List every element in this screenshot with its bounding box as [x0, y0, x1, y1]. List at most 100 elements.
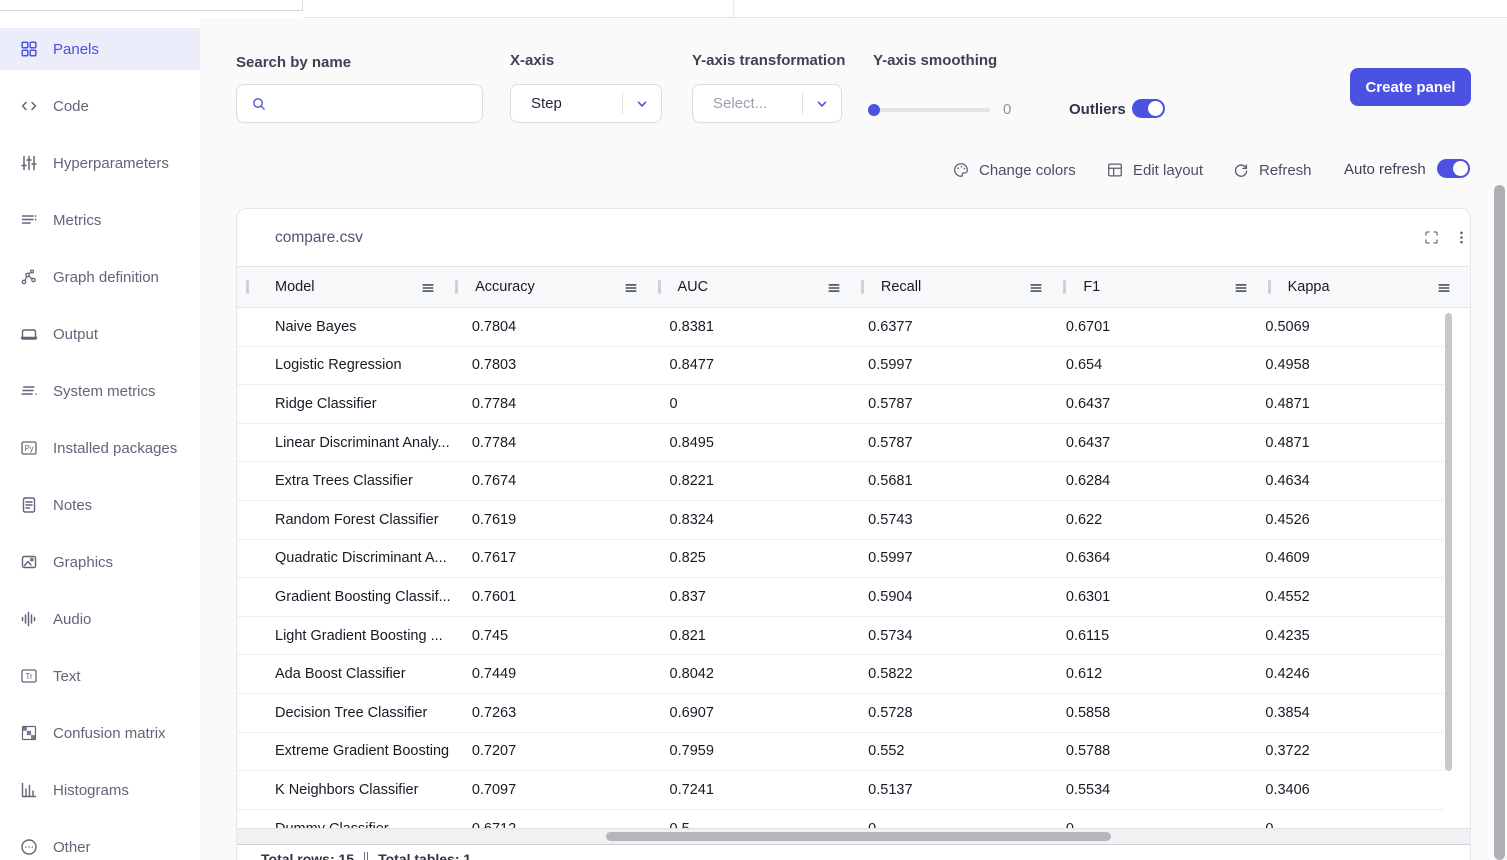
table-body: Naive Bayes0.78040.83810.63770.67010.506… — [237, 308, 1445, 828]
page-scrollbar[interactable] — [1494, 185, 1505, 860]
search-input[interactable] — [236, 84, 483, 123]
column-menu-icon[interactable] — [624, 281, 638, 295]
column-resize-handle[interactable] — [861, 280, 864, 294]
cell-f1: 0.6301 — [1047, 578, 1247, 616]
cell-kappa: 0 — [1246, 810, 1445, 828]
sidebar: Panels Code Hyperparameters Metrics Graph de… — [0, 18, 201, 860]
panels-icon — [19, 39, 39, 59]
cell-kappa: 0.4634 — [1246, 462, 1445, 500]
kebab-menu-icon[interactable] — [1453, 229, 1470, 246]
chevron-down-icon[interactable] — [815, 97, 829, 111]
slider-knob[interactable] — [868, 104, 880, 116]
table-row: K Neighbors Classifier0.70970.72410.5137… — [237, 771, 1445, 810]
sidebar-item-graph-definition[interactable]: Graph definition — [0, 256, 200, 298]
ytransform-placeholder: Select... — [713, 95, 802, 112]
sidebar-item-system-metrics[interactable]: System metrics — [0, 370, 200, 412]
sidebar-item-label: Hyperparameters — [53, 155, 169, 172]
xaxis-selected-value: Step — [531, 95, 622, 112]
column-menu-icon[interactable] — [1234, 281, 1248, 295]
cell-model: Ada Boost Classifier — [237, 655, 453, 693]
auto-refresh-label: Auto refresh — [1344, 161, 1426, 178]
column-header-recall[interactable]: Recall — [862, 267, 1064, 307]
sidebar-item-histograms[interactable]: Histograms — [0, 769, 200, 811]
table-row: Logistic Regression0.78030.84770.59970.6… — [237, 347, 1445, 386]
cell-f1: 0.6701 — [1047, 308, 1247, 346]
cell-kappa: 0.5069 — [1246, 308, 1445, 346]
cell-model: Naive Bayes — [237, 308, 453, 346]
column-menu-icon[interactable] — [1029, 281, 1043, 295]
table-horizontal-scrollbar-thumb[interactable] — [606, 832, 1111, 841]
cell-f1: 0.5858 — [1047, 694, 1247, 732]
search-input-field[interactable] — [277, 94, 482, 113]
cell-model: Logistic Regression — [237, 347, 453, 385]
sidebar-item-text[interactable]: TrText — [0, 655, 200, 697]
sidebar-item-hyperparameters[interactable]: Hyperparameters — [0, 142, 200, 184]
cell-recall: 0.5137 — [849, 771, 1047, 809]
expand-icon[interactable] — [1423, 229, 1440, 246]
sidebar-item-code[interactable]: Code — [0, 85, 200, 127]
sidebar-item-label: Installed packages — [53, 440, 177, 457]
sidebar-item-metrics[interactable]: Metrics — [0, 199, 200, 241]
sidebar-item-output[interactable]: Output — [0, 313, 200, 355]
column-header-f1[interactable]: F1 — [1064, 267, 1268, 307]
smoothing-slider[interactable] — [868, 102, 990, 118]
cell-recall: 0.6377 — [849, 308, 1047, 346]
xaxis-select[interactable]: Step — [510, 84, 662, 123]
create-panel-button[interactable]: Create panel — [1350, 68, 1471, 106]
column-resize-handle[interactable] — [246, 280, 249, 294]
top-chrome-divider — [0, 10, 302, 11]
chevron-down-icon[interactable] — [635, 97, 649, 111]
column-header-kappa[interactable]: Kappa — [1269, 267, 1471, 307]
table-row: Linear Discriminant Analy...0.77840.8495… — [237, 424, 1445, 463]
footer-separator — [364, 852, 368, 860]
sidebar-item-graphics[interactable]: Graphics — [0, 541, 200, 583]
sidebar-item-label: Graphics — [53, 554, 113, 571]
search-icon — [251, 96, 267, 112]
column-header-auc[interactable]: AUC — [659, 267, 862, 307]
cell-f1: 0.6284 — [1047, 462, 1247, 500]
cell-f1: 0.622 — [1047, 501, 1247, 539]
table-row: Random Forest Classifier0.76190.83240.57… — [237, 501, 1445, 540]
column-menu-icon[interactable] — [1437, 281, 1451, 295]
cell-kappa: 0.4609 — [1246, 540, 1445, 578]
column-resize-handle[interactable] — [658, 280, 661, 294]
cell-model: Extra Trees Classifier — [237, 462, 453, 500]
sidebar-item-audio[interactable]: Audio — [0, 598, 200, 640]
cell-recall: 0.5997 — [849, 347, 1047, 385]
table-vertical-scrollbar[interactable] — [1445, 313, 1452, 771]
slider-track[interactable] — [868, 108, 990, 112]
refresh-button[interactable]: Refresh — [1232, 160, 1312, 180]
cell-f1: 0 — [1047, 810, 1247, 828]
cell-model: Ridge Classifier — [237, 385, 453, 423]
cell-recall: 0.5904 — [849, 578, 1047, 616]
column-resize-handle[interactable] — [455, 280, 458, 294]
total-tables-text: Total tables: 1 — [378, 851, 471, 860]
cell-accuracy: 0.7263 — [453, 694, 651, 732]
sidebar-item-confusion-matrix[interactable]: Confusion matrix — [0, 712, 200, 754]
column-resize-handle[interactable] — [1063, 280, 1066, 294]
output-icon — [19, 324, 39, 344]
column-resize-handle[interactable] — [1268, 280, 1271, 294]
cell-kappa: 0.4871 — [1246, 424, 1445, 462]
ytransform-select[interactable]: Select... — [692, 84, 842, 123]
cell-kappa: 0.3406 — [1246, 771, 1445, 809]
sidebar-item-installed-packages[interactable]: PyInstalled packages — [0, 427, 200, 469]
cell-recall: 0.5787 — [849, 424, 1047, 462]
column-header-model[interactable]: Model — [237, 267, 456, 307]
sidebar-item-other[interactable]: Other — [0, 826, 200, 860]
xaxis-label: X-axis — [510, 52, 554, 69]
column-menu-icon[interactable] — [421, 281, 435, 295]
column-menu-icon[interactable] — [827, 281, 841, 295]
outliers-toggle[interactable] — [1132, 99, 1165, 118]
sidebar-item-label: Graph definition — [53, 269, 159, 286]
table-horizontal-scrollbar-track[interactable] — [237, 828, 1471, 844]
sidebar-item-panels[interactable]: Panels — [0, 28, 200, 70]
table-row: Ridge Classifier0.778400.57870.64370.487… — [237, 385, 1445, 424]
auto-refresh-toggle[interactable] — [1437, 159, 1470, 178]
column-header-accuracy[interactable]: Accuracy — [456, 267, 658, 307]
change-colors-button[interactable]: Change colors — [952, 160, 1076, 180]
table-row: Ada Boost Classifier0.74490.80420.58220.… — [237, 655, 1445, 694]
sidebar-item-label: Confusion matrix — [53, 725, 166, 742]
edit-layout-button[interactable]: Edit layout — [1106, 160, 1203, 180]
sidebar-item-notes[interactable]: Notes — [0, 484, 200, 526]
